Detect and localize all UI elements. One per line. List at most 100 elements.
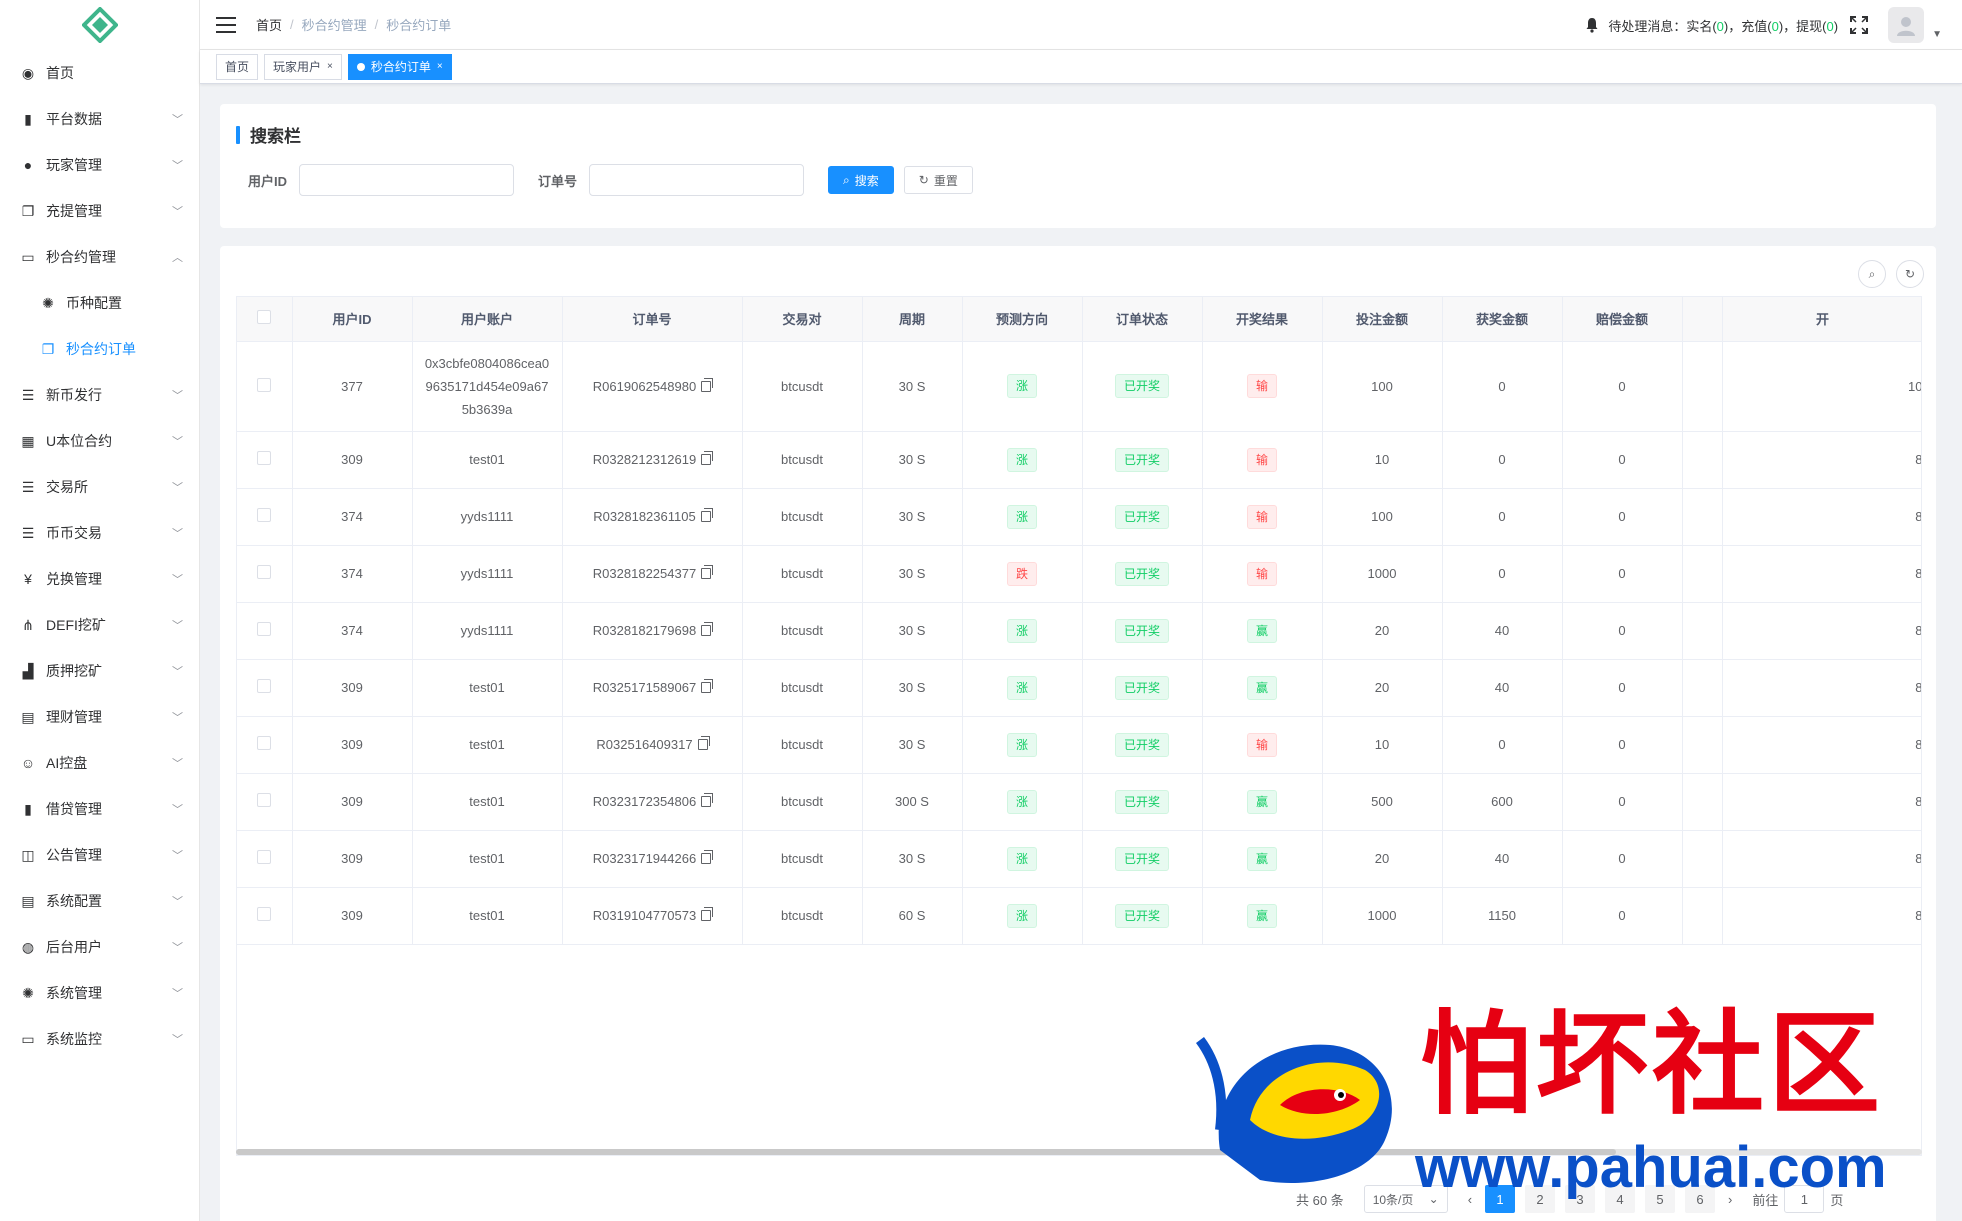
logo[interactable] — [0, 0, 199, 50]
row-checkbox[interactable] — [257, 850, 272, 864]
open-value: 8 — [1915, 566, 1922, 581]
search-icon: ⌕ — [1868, 266, 1876, 281]
tag-player-users[interactable]: 玩家用户 × — [264, 53, 342, 80]
toggle-search-button[interactable]: ⌕ — [1858, 260, 1886, 288]
bet-value: 100 — [1371, 509, 1393, 524]
cell-user-id: 309 — [292, 431, 413, 489]
cell-user-id: 374 — [292, 602, 413, 660]
sidebar-item[interactable]: ▮ 借贷管理 ﹀ — [0, 786, 199, 832]
row-checkbox[interactable] — [257, 508, 272, 522]
copy-icon[interactable] — [701, 451, 714, 465]
column-header: 订单号 — [562, 297, 743, 342]
row-select — [237, 830, 293, 888]
compensation-value: 0 — [1618, 851, 1626, 866]
pair-value: btcusdt — [781, 680, 823, 695]
breadcrumb-home[interactable]: 首页 — [256, 15, 282, 34]
refresh-button[interactable]: ↻ — [1896, 260, 1924, 288]
close-icon[interactable]: × — [437, 55, 443, 79]
sidebar-item[interactable]: ❐ 充提管理 ﹀ — [0, 188, 199, 234]
cell-account: test01 — [412, 773, 563, 831]
copy-icon[interactable] — [701, 565, 714, 579]
hamburger-icon[interactable] — [216, 16, 236, 33]
bet-value: 500 — [1371, 794, 1393, 809]
sidebar-item[interactable]: ▭ 系统监控 ﹀ — [0, 1016, 199, 1062]
cell-result: 赢 — [1202, 602, 1323, 660]
copy-icon[interactable] — [701, 377, 714, 392]
reset-button[interactable]: ↻ 重置 — [903, 166, 973, 194]
search-button-label: 搜索 — [854, 173, 879, 188]
sidebar-item[interactable]: ▤ 理财管理 ﹀ — [0, 694, 199, 740]
search-panel: 搜索栏 用户ID 订单号 ⌕ 搜索 ↻ 重置 — [220, 104, 1936, 228]
sidebar-item[interactable]: ◉ 首页 — [0, 50, 199, 96]
period-value: 30 S — [898, 680, 926, 695]
copy-icon[interactable] — [701, 793, 714, 807]
tag-home[interactable]: 首页 — [216, 53, 259, 80]
sidebar-item[interactable]: ▭ 秒合约管理 ︿ — [0, 234, 199, 280]
period-value: 30 S — [898, 737, 926, 752]
row-checkbox[interactable] — [257, 793, 272, 807]
avatar[interactable] — [1888, 7, 1925, 43]
sidebar-item[interactable]: ❐ 秒合约订单 — [0, 326, 199, 372]
cell-win: 0 — [1442, 545, 1563, 603]
sidebar-item[interactable]: ☰ 币币交易 ﹀ — [0, 510, 199, 556]
sidebar-item[interactable]: ● 玩家管理 ﹀ — [0, 142, 199, 188]
result-badge: 输 — [1246, 374, 1277, 398]
sidebar-item[interactable]: ▦ U本位合约 ﹀ — [0, 418, 199, 464]
row-checkbox[interactable] — [257, 736, 272, 750]
sidebar-item[interactable]: ☺ AI控盘 ﹀ — [0, 740, 199, 786]
user-id-input[interactable] — [299, 164, 515, 196]
caret-down-icon[interactable]: ▼ — [1932, 29, 1942, 40]
copy-icon[interactable] — [701, 622, 714, 636]
row-select — [237, 602, 293, 660]
row-checkbox[interactable] — [257, 377, 272, 392]
sidebar-item-label: 系统管理 — [46, 985, 102, 1001]
chevron-up-icon: ︿ — [172, 252, 183, 264]
sidebar-item[interactable]: ◫ 公告管理 ﹀ — [0, 832, 199, 878]
sidebar-item[interactable]: ¥ 兑换管理 ﹀ — [0, 556, 199, 602]
copy-icon[interactable] — [701, 679, 714, 693]
sidebar-item[interactable]: ▤ 系统配置 ﹀ — [0, 878, 199, 924]
cell-compensation: 0 — [1562, 602, 1683, 660]
sidebar-item[interactable]: ⋔ DEFI挖矿 ﹀ — [0, 602, 199, 648]
chevron-down-icon: ﹀ — [172, 1034, 183, 1046]
pair-value: btcusdt — [781, 737, 823, 752]
chevron-down-icon: ﹀ — [172, 712, 183, 724]
monitor-icon: ▭ — [21, 1030, 35, 1047]
tag-contract-orders[interactable]: 秒合约订单 × — [347, 53, 452, 80]
row-checkbox[interactable] — [257, 679, 272, 693]
sidebar-item[interactable]: ✺ 系统管理 ﹀ — [0, 970, 199, 1016]
order-no-input[interactable] — [589, 164, 805, 196]
row-checkbox[interactable] — [257, 565, 272, 579]
row-checkbox[interactable] — [257, 622, 272, 636]
row-checkbox[interactable] — [257, 451, 272, 465]
close-icon[interactable]: × — [327, 55, 333, 79]
cell-user-id: 374 — [292, 488, 413, 546]
copy-icon[interactable] — [697, 736, 710, 750]
sidebar-item[interactable]: ▟ 质押挖矿 ﹀ — [0, 648, 199, 694]
row-checkbox[interactable] — [257, 907, 272, 921]
fullscreen-icon[interactable] — [1850, 16, 1869, 34]
chevron-down-icon: ﹀ — [172, 758, 183, 770]
sidebar-item[interactable]: ✺ 币种配置 — [0, 280, 199, 326]
status-badge: 已开奖 — [1114, 732, 1169, 757]
select-all-checkbox[interactable] — [257, 310, 272, 325]
cell-pair: btcusdt — [742, 830, 863, 888]
sidebar-item[interactable]: ☰ 新币发行 ﹀ — [0, 372, 199, 418]
cell-bet: 1000 — [1322, 887, 1443, 945]
sidebar-item[interactable]: ▮ 平台数据 ﹀ — [0, 96, 199, 142]
cell-user-id: 309 — [292, 716, 413, 774]
copy-icon[interactable] — [701, 850, 714, 864]
list-icon: ☰ — [21, 386, 35, 403]
cell-status: 已开奖 — [1082, 341, 1203, 432]
copy-icon[interactable] — [701, 907, 714, 921]
document-icon: ▤ — [21, 892, 35, 909]
bell-icon[interactable] — [1584, 17, 1600, 33]
sidebar-item[interactable]: ☰ 交易所 ﹀ — [0, 464, 199, 510]
cell-spacer — [1682, 773, 1723, 831]
book-icon: ▮ — [24, 800, 32, 817]
direction-badge: 涨 — [1006, 732, 1037, 757]
search-button[interactable]: ⌕ 搜索 — [828, 166, 894, 194]
sidebar-item[interactable]: ◍ 后台用户 ﹀ — [0, 924, 199, 970]
copy-icon[interactable] — [700, 508, 713, 522]
pending-notice[interactable]: 待处理消息：实名(0)，充值(0)，提现(0) — [1608, 16, 1838, 35]
